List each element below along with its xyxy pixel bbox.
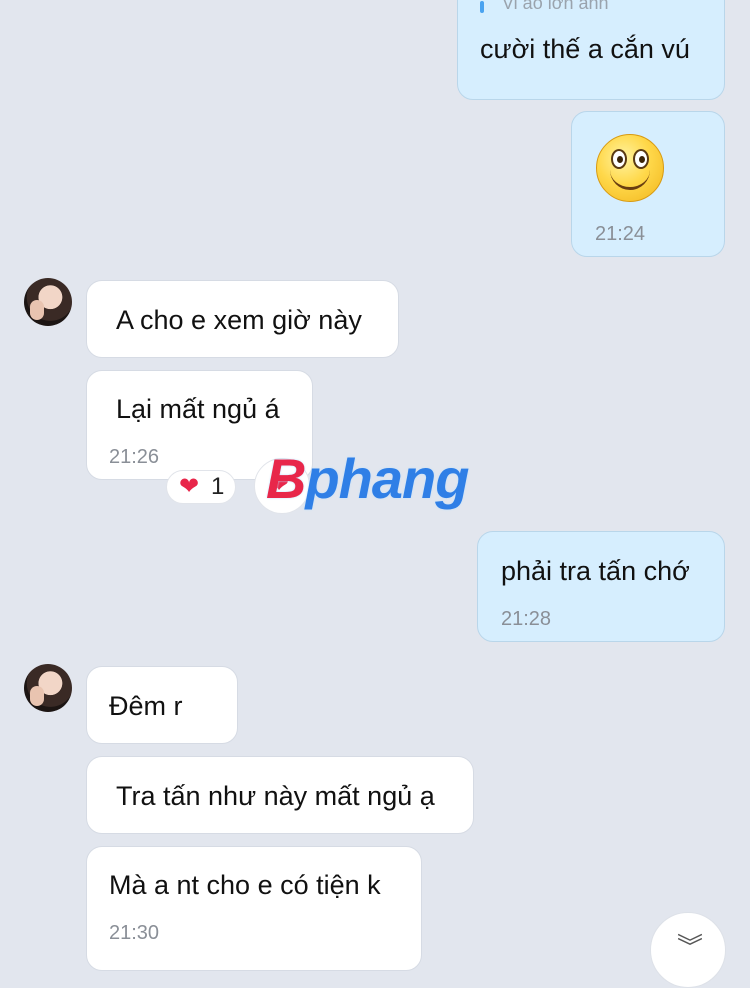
avatar-hand	[30, 300, 44, 320]
incoming-message-bubble[interactable]: Tra tấn như này mất ngủ ạ	[86, 756, 474, 834]
reaction-count: 1	[211, 473, 225, 500]
scroll-to-bottom-button[interactable]: ︾	[650, 912, 726, 988]
contact-avatar[interactable]	[24, 278, 72, 326]
message-text: cười thế a cắn vú	[480, 34, 690, 64]
right-eye	[633, 149, 649, 169]
left-eye	[611, 149, 627, 169]
message-text: Mà a nt cho e có tiện k	[109, 870, 381, 900]
chevron-double-down-icon: ︾	[677, 932, 704, 962]
quoted-text: Vi ảo lớn anh	[502, 0, 609, 13]
quote-bar	[480, 1, 484, 13]
message-time: 21:30	[109, 922, 160, 944]
contact-avatar[interactable]	[24, 664, 72, 712]
incoming-message-bubble[interactable]: Mà a nt cho e có tiện k 21:30	[86, 846, 422, 971]
message-text: Tra tấn như này mất ngủ ạ	[116, 781, 435, 811]
reaction-pill[interactable]: ❤ 1	[166, 470, 236, 504]
message-text: Lại mất ngủ á	[116, 394, 280, 424]
smile-mouth	[610, 169, 650, 190]
incoming-message-bubble[interactable]: A cho e xem giờ này	[86, 280, 399, 358]
watermark-logo: Bphang	[266, 447, 469, 510]
message-time: 21:26	[109, 446, 160, 468]
outgoing-message-bubble[interactable]: Vi ảo lớn anh cười thế a cắn vú	[457, 0, 725, 100]
avatar-hand	[30, 686, 44, 706]
smiley-sticker-icon	[596, 134, 664, 202]
message-time: 21:24	[595, 223, 646, 245]
message-time: 21:28	[501, 608, 552, 630]
heart-icon: ❤	[179, 473, 200, 500]
message-text: A cho e xem giờ này	[116, 305, 362, 335]
outgoing-sticker-bubble[interactable]: 21:24	[571, 111, 725, 257]
message-text: phải tra tấn chớ	[501, 556, 690, 586]
message-text: Đêm r	[109, 691, 183, 721]
incoming-message-bubble[interactable]: Đêm r	[86, 666, 238, 744]
outgoing-message-bubble[interactable]: phải tra tấn chớ 21:28	[477, 531, 725, 642]
